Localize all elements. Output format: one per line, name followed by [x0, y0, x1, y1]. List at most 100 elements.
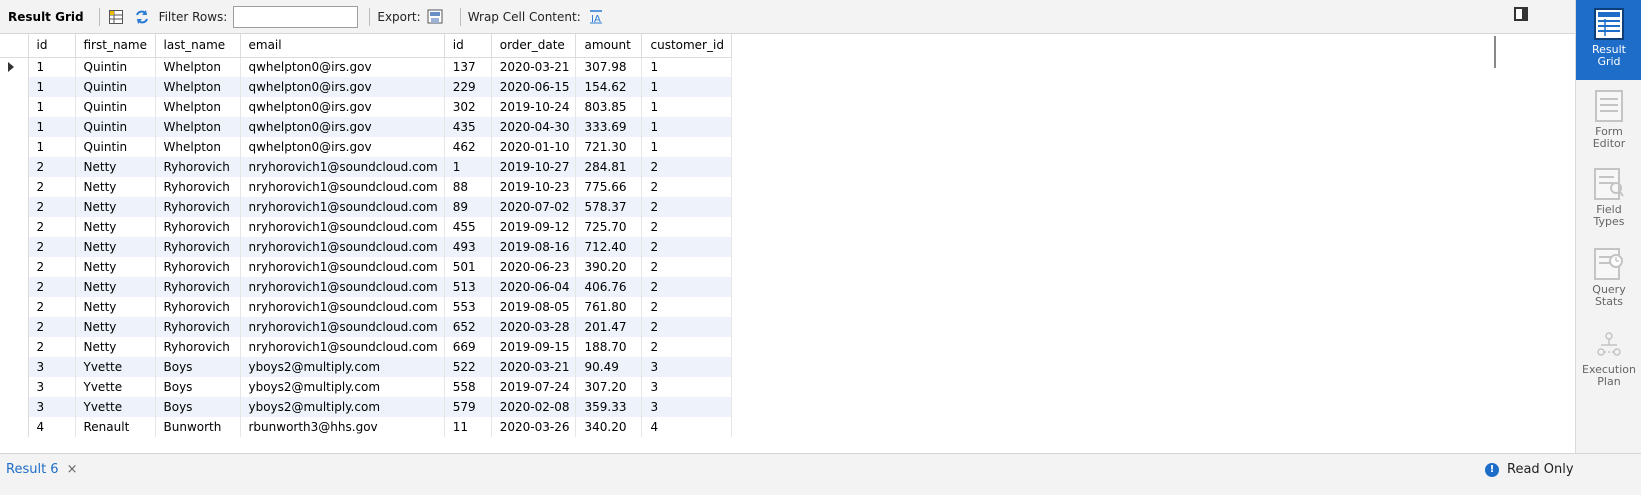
- table-cell[interactable]: 1: [641, 117, 733, 137]
- table-cell[interactable]: Ryhorovich: [155, 257, 241, 277]
- row-marker[interactable]: [0, 217, 29, 237]
- table-cell[interactable]: nryhorovich1@soundcloud.com: [240, 297, 445, 317]
- table-row[interactable]: 2 Netty Ryhorovich nryhorovich1@soundcloud.…: [0, 297, 733, 317]
- table-cell[interactable]: 2: [28, 297, 76, 317]
- table-row[interactable]: 1 Quintin Whelpton qwhelpton0@irs.gov 462 202…: [0, 137, 733, 157]
- table-cell[interactable]: 2: [641, 177, 733, 197]
- table-cell[interactable]: Netty: [75, 257, 156, 277]
- table-cell[interactable]: 302: [444, 97, 492, 117]
- row-marker[interactable]: [0, 397, 29, 417]
- table-cell[interactable]: yboys2@multiply.com: [240, 377, 445, 397]
- table-cell[interactable]: 1: [28, 137, 76, 157]
- table-cell[interactable]: 2020-03-28: [491, 317, 577, 337]
- row-marker[interactable]: [0, 357, 29, 377]
- table-cell[interactable]: 2019-10-24: [491, 97, 577, 117]
- table-cell[interactable]: Netty: [75, 277, 156, 297]
- refresh-icon[interactable]: [133, 8, 151, 26]
- wrap-icon[interactable]: IA: [587, 8, 605, 26]
- table-cell[interactable]: 721.30: [575, 137, 643, 157]
- form-editor-button[interactable]: Form Editor: [1576, 90, 1641, 150]
- table-cell[interactable]: 1: [641, 137, 733, 157]
- table-cell[interactable]: 307.20: [575, 377, 643, 397]
- table-cell[interactable]: 307.98: [575, 57, 643, 77]
- table-cell[interactable]: Yvette: [75, 357, 156, 377]
- table-row[interactable]: 1 Quintin Whelpton qwhelpton0@irs.gov 137 202…: [0, 57, 733, 77]
- table-cell[interactable]: 462: [444, 137, 492, 157]
- table-row[interactable]: 2 Netty Ryhorovich nryhorovich1@soundcloud.…: [0, 217, 733, 237]
- row-marker[interactable]: [0, 417, 29, 437]
- row-marker[interactable]: [0, 257, 29, 277]
- table-cell[interactable]: nryhorovich1@soundcloud.com: [240, 337, 445, 357]
- table-cell[interactable]: 2: [28, 237, 76, 257]
- table-row[interactable]: 1 Quintin Whelpton qwhelpton0@irs.gov 435 202…: [0, 117, 733, 137]
- row-marker[interactable]: [0, 337, 29, 357]
- table-cell[interactable]: qwhelpton0@irs.gov: [240, 117, 445, 137]
- close-icon[interactable]: ×: [67, 462, 78, 477]
- table-cell[interactable]: 284.81: [575, 157, 643, 177]
- row-marker[interactable]: [0, 117, 29, 137]
- table-cell[interactable]: Netty: [75, 317, 156, 337]
- row-marker[interactable]: [0, 77, 29, 97]
- table-cell[interactable]: 2: [641, 197, 733, 217]
- table-cell[interactable]: 2: [641, 297, 733, 317]
- table-cell[interactable]: Boys: [155, 357, 241, 377]
- table-cell[interactable]: nryhorovich1@soundcloud.com: [240, 197, 445, 217]
- table-cell[interactable]: 435: [444, 117, 492, 137]
- table-row[interactable]: 2 Netty Ryhorovich nryhorovich1@soundcloud.…: [0, 237, 733, 257]
- table-cell[interactable]: Ryhorovich: [155, 157, 241, 177]
- table-cell[interactable]: Whelpton: [155, 97, 241, 117]
- table-cell[interactable]: 89: [444, 197, 492, 217]
- table-cell[interactable]: 201.47: [575, 317, 643, 337]
- table-cell[interactable]: qwhelpton0@irs.gov: [240, 57, 445, 77]
- table-cell[interactable]: 2: [641, 257, 733, 277]
- grid-scrollbar[interactable]: [1494, 36, 1496, 68]
- table-cell[interactable]: 2020-06-04: [491, 277, 577, 297]
- table-cell[interactable]: 2: [641, 217, 733, 237]
- table-cell[interactable]: 2020-03-26: [491, 417, 577, 437]
- table-cell[interactable]: 2019-10-23: [491, 177, 577, 197]
- table-row[interactable]: 3 Yvette Boys yboys2@multiply.com 558 2019-07…: [0, 377, 733, 397]
- table-cell[interactable]: Quintin: [75, 137, 156, 157]
- table-cell[interactable]: qwhelpton0@irs.gov: [240, 77, 445, 97]
- table-cell[interactable]: yboys2@multiply.com: [240, 397, 445, 417]
- table-cell[interactable]: 2: [641, 337, 733, 357]
- table-cell[interactable]: 3: [28, 397, 76, 417]
- row-marker[interactable]: [0, 197, 29, 217]
- row-marker[interactable]: [0, 237, 29, 257]
- row-marker[interactable]: [0, 137, 29, 157]
- table-cell[interactable]: 2: [641, 157, 733, 177]
- table-cell[interactable]: 2019-09-15: [491, 337, 577, 357]
- table-cell[interactable]: 2019-08-16: [491, 237, 577, 257]
- column-header[interactable]: last_name: [155, 34, 241, 58]
- table-cell[interactable]: Netty: [75, 157, 156, 177]
- table-cell[interactable]: 2020-07-02: [491, 197, 577, 217]
- table-cell[interactable]: Netty: [75, 337, 156, 357]
- table-cell[interactable]: Renault: [75, 417, 156, 437]
- table-cell[interactable]: 2: [28, 317, 76, 337]
- table-row[interactable]: 1 Quintin Whelpton qwhelpton0@irs.gov 302 201…: [0, 97, 733, 117]
- table-row[interactable]: 4 Renault Bunworth rbunworth3@hhs.gov 11 2020…: [0, 417, 733, 437]
- row-marker[interactable]: [0, 317, 29, 337]
- table-cell[interactable]: Ryhorovich: [155, 337, 241, 357]
- table-cell[interactable]: nryhorovich1@soundcloud.com: [240, 177, 445, 197]
- table-cell[interactable]: 712.40: [575, 237, 643, 257]
- table-cell[interactable]: 501: [444, 257, 492, 277]
- table-cell[interactable]: 1: [28, 57, 76, 77]
- table-cell[interactable]: Netty: [75, 237, 156, 257]
- table-cell[interactable]: 553: [444, 297, 492, 317]
- table-cell[interactable]: 3: [28, 377, 76, 397]
- panel-toggle-icon[interactable]: [1514, 7, 1528, 21]
- table-cell[interactable]: 2: [641, 237, 733, 257]
- table-cell[interactable]: 154.62: [575, 77, 643, 97]
- table-row[interactable]: 2 Netty Ryhorovich nryhorovich1@soundcloud.…: [0, 337, 733, 357]
- table-cell[interactable]: 2020-02-08: [491, 397, 577, 417]
- table-cell[interactable]: 1: [28, 77, 76, 97]
- table-cell[interactable]: qwhelpton0@irs.gov: [240, 137, 445, 157]
- row-marker[interactable]: [0, 57, 29, 77]
- field-types-button[interactable]: Field Types: [1576, 168, 1641, 228]
- table-cell[interactable]: 2: [641, 277, 733, 297]
- filter-rows-input[interactable]: [233, 5, 359, 28]
- table-cell[interactable]: 2: [28, 257, 76, 277]
- table-cell[interactable]: Whelpton: [155, 57, 241, 77]
- column-header[interactable]: email: [240, 34, 445, 58]
